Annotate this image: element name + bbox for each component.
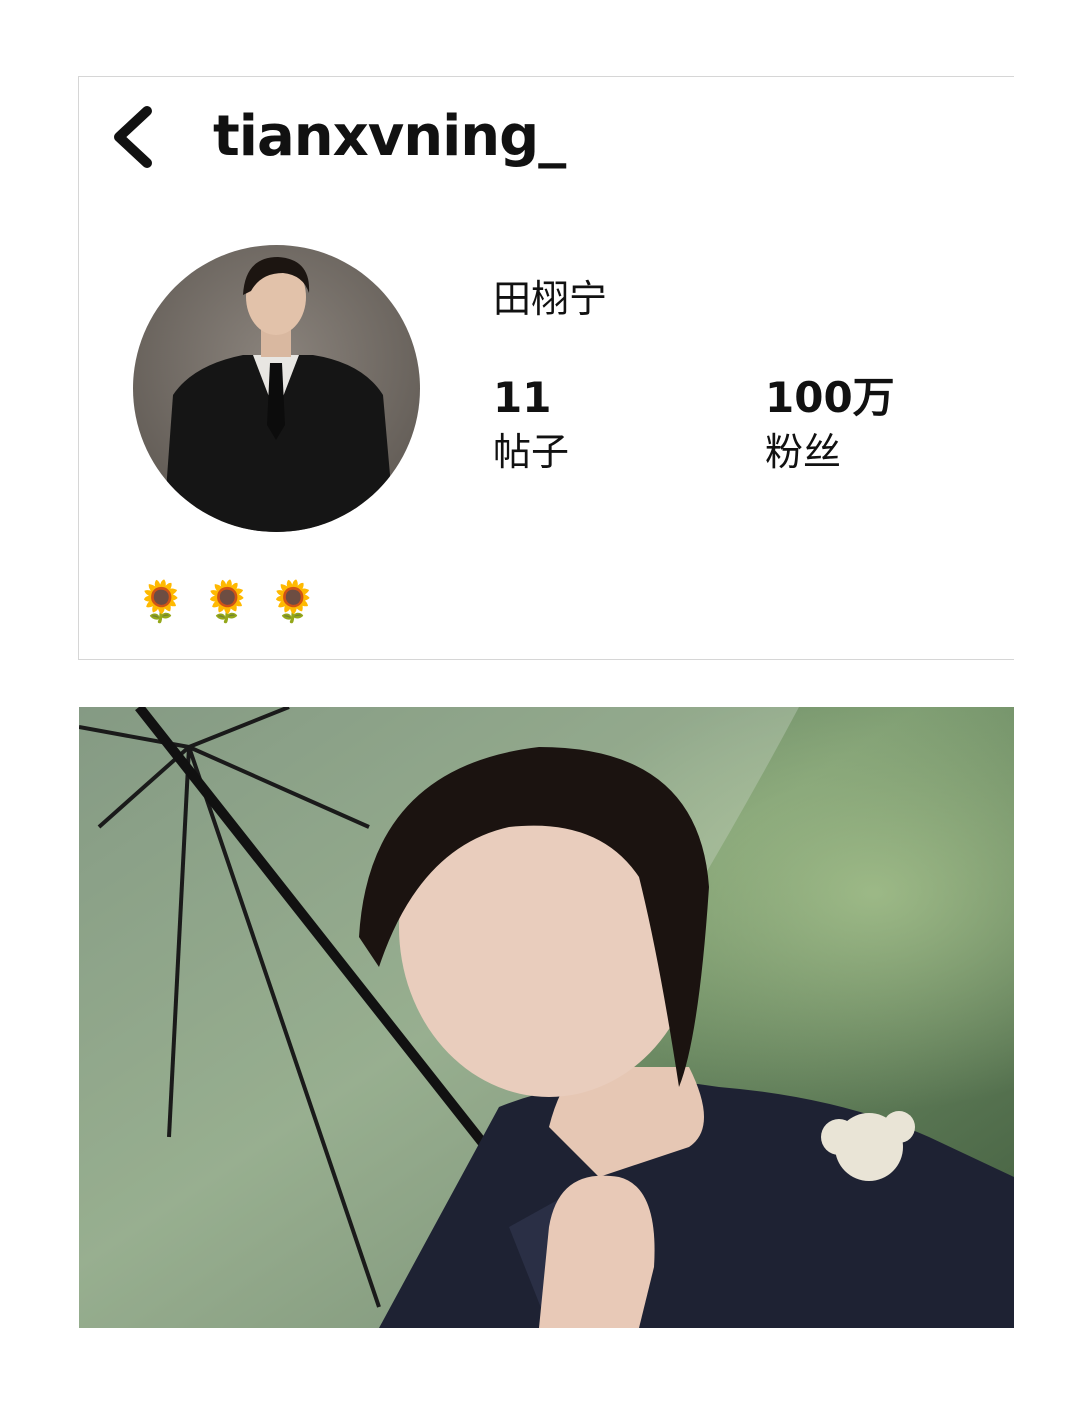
posts-count: 11 [493,373,552,422]
bio: 🌻 🌻 🌻 [137,571,317,629]
sunflower-icon: 🌻 [203,578,251,625]
sunflower-icon: 🌻 [269,578,317,625]
profile-card: tianxvning_ 田栩宁 11 帖子 100万 粉丝 🌻 🌻 🌻 [78,76,1014,660]
followers-stat[interactable]: 100万 粉丝 [765,373,895,477]
post-photo[interactable] [79,707,1014,1328]
posts-stat[interactable]: 11 帖子 [493,373,569,477]
bio-emoji-1: 🌻 [137,578,185,625]
profile-username: tianxvning_ [213,104,566,169]
bio-emoji-3: 🌻 [269,578,317,625]
sunflower-icon: 🌻 [137,578,185,625]
avatar[interactable] [133,245,420,532]
display-name: 田栩宁 [493,277,608,321]
bio-emoji-2: 🌻 [203,578,251,625]
followers-count: 100万 [765,373,895,422]
posts-label: 帖子 [493,430,570,474]
followers-label: 粉丝 [765,430,842,474]
chevron-left-icon[interactable] [107,105,157,169]
